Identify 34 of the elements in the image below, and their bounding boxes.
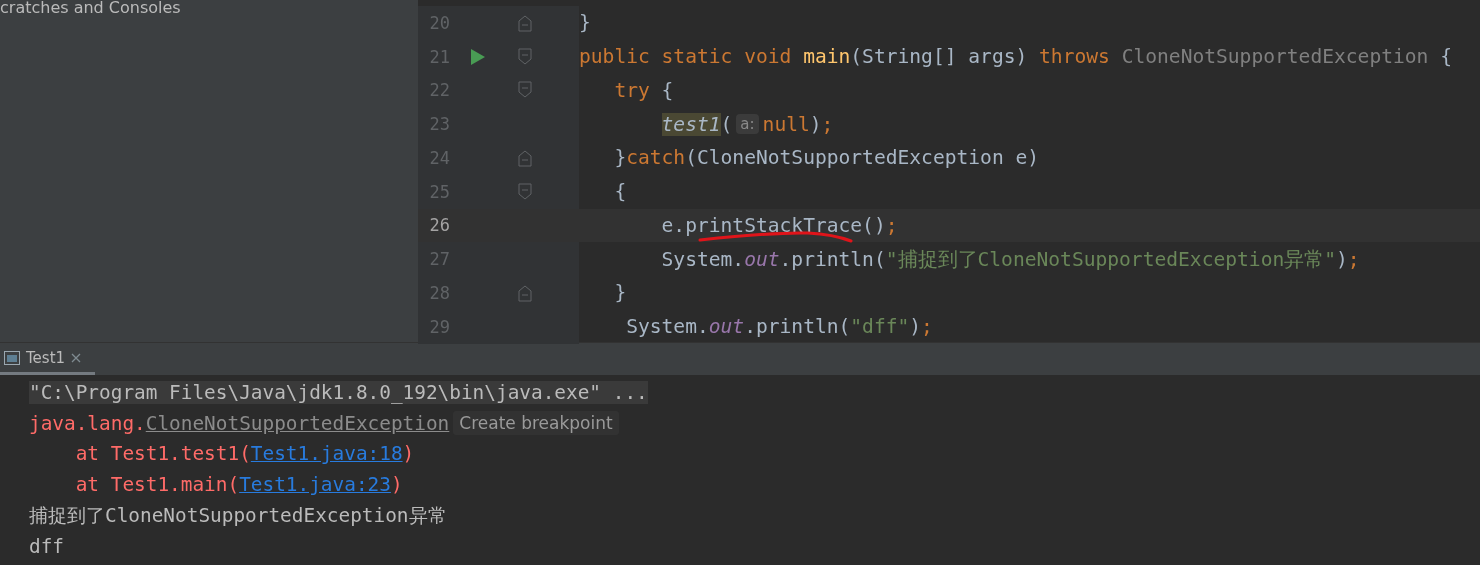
close-icon[interactable] bbox=[71, 352, 82, 363]
code-line: e.printStackTrace(); bbox=[660, 213, 898, 237]
code-line: }catch(CloneNotSupportedException e) bbox=[613, 146, 1040, 170]
console-text: 捕捉到了CloneNotSupportedException异常 bbox=[29, 503, 447, 530]
console-text: at Test1.test1( bbox=[74, 442, 251, 466]
console-text: java.lang. bbox=[29, 411, 146, 435]
parameter-hint: a: bbox=[736, 114, 759, 135]
console-tab[interactable]: Test1 bbox=[0, 343, 96, 375]
code-line: public static void main(String[] args) throws CloneNotSupportedException { bbox=[579, 45, 1452, 69]
fold-icon[interactable] bbox=[518, 148, 532, 167]
fold-icon[interactable] bbox=[518, 47, 532, 66]
line-number: 26 bbox=[428, 215, 450, 236]
tree-item[interactable]: cratches and Consoles bbox=[0, 0, 418, 17]
fold-icon[interactable] bbox=[518, 81, 532, 100]
code-line: test1( a: null); bbox=[660, 112, 834, 136]
fold-icon[interactable] bbox=[518, 283, 532, 302]
code-line: System.out.println("dff"); bbox=[625, 315, 933, 339]
run-icon[interactable] bbox=[470, 48, 485, 65]
code-line: } bbox=[613, 281, 627, 305]
console-icon bbox=[4, 350, 20, 365]
source-link[interactable]: Test1.java:23 bbox=[239, 473, 391, 497]
console-text: at Test1.main( bbox=[74, 473, 240, 497]
console-text: dff bbox=[29, 534, 65, 558]
code-line: try { bbox=[613, 78, 674, 102]
code-line: System.out.println("捕捉到了CloneNotSupportedException异常"); bbox=[660, 246, 1360, 273]
source-link[interactable]: Test1.java:18 bbox=[250, 442, 403, 466]
tooltip: Create breakpoint bbox=[453, 411, 619, 436]
class-link[interactable]: CloneNotSupportedException bbox=[145, 411, 450, 435]
code-line: } bbox=[579, 11, 591, 35]
fold-icon[interactable] bbox=[518, 13, 532, 32]
console-text: ) bbox=[402, 442, 415, 466]
console-text: ) bbox=[390, 473, 403, 497]
fold-icon[interactable] bbox=[518, 182, 532, 201]
code-line: { bbox=[613, 180, 627, 204]
